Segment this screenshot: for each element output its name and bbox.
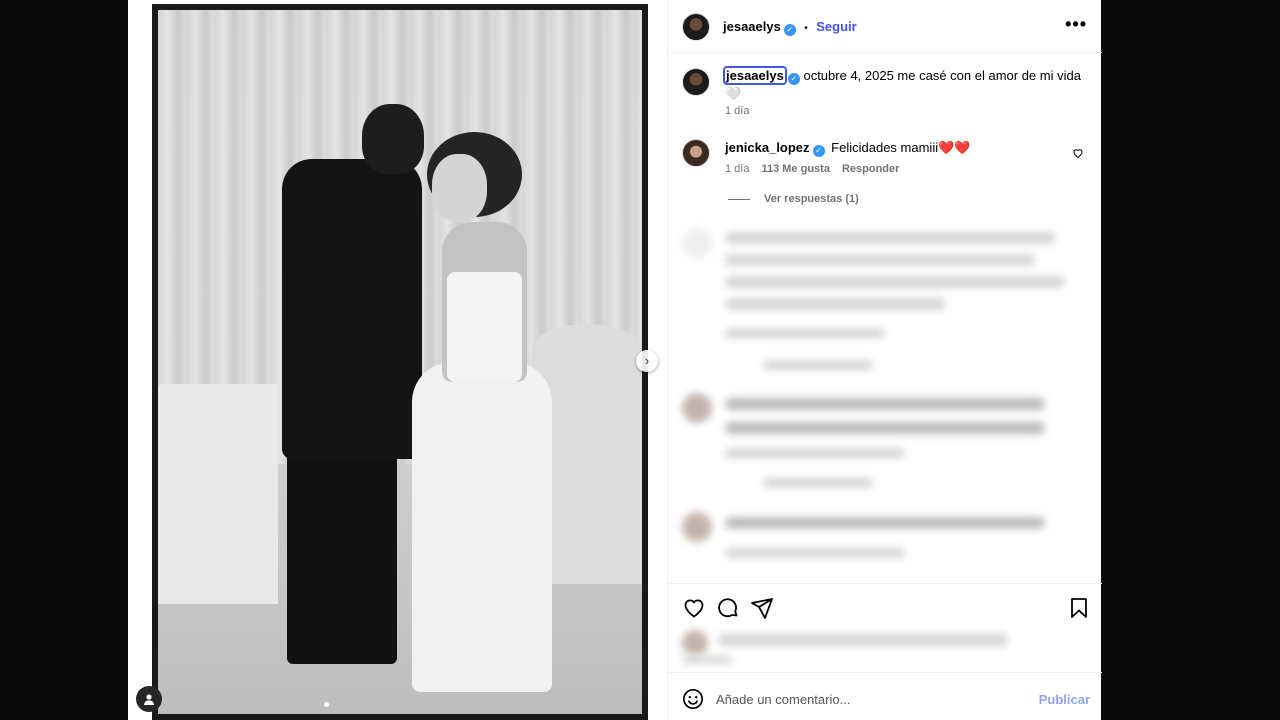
verified-icon: ✓ (812, 145, 825, 157)
carousel-dot[interactable] (333, 702, 338, 707)
comment-likes[interactable]: 113 Me gusta (761, 163, 829, 175)
verified-icon: ✓ (787, 73, 800, 85)
carousel-dot[interactable] (360, 702, 365, 707)
user-tag-icon[interactable] (136, 686, 162, 712)
avatar[interactable] (682, 139, 710, 167)
publish-button[interactable]: Publicar (1039, 692, 1090, 707)
carousel-dot[interactable] (396, 702, 401, 707)
view-replies-label: Ver respuestas (1) (764, 193, 859, 205)
blurred-meta (682, 656, 732, 664)
caption-timestamp: 1 día (725, 105, 750, 117)
more-icon[interactable]: ••• (1065, 14, 1087, 35)
blurred-text (725, 232, 1055, 244)
carousel-dot[interactable] (441, 702, 446, 707)
caption-emoji: 🤍 (725, 86, 742, 101)
heart-icon[interactable] (682, 596, 706, 620)
carousel-dot[interactable] (324, 702, 329, 707)
carousel-dot[interactable] (414, 702, 419, 707)
author-username[interactable]: jesaaelys (723, 19, 781, 34)
photo-frame (152, 4, 648, 720)
carousel-dot[interactable] (378, 702, 383, 707)
bookmark-icon[interactable] (1067, 596, 1091, 620)
blurred-meta (763, 360, 873, 370)
blurred-text (725, 422, 1045, 434)
avatar (682, 512, 712, 542)
post-photo[interactable] (152, 4, 648, 720)
avatar[interactable] (682, 68, 710, 96)
blurred-meta (725, 548, 905, 558)
carousel-dot[interactable] (351, 702, 356, 707)
carousel-dot[interactable] (450, 702, 455, 707)
reply-button[interactable]: Responder (842, 163, 899, 175)
carousel-dot[interactable] (342, 702, 347, 707)
blurred-text (725, 517, 1045, 529)
avatar (682, 393, 712, 423)
blurred-meta (763, 478, 873, 488)
blurred-text (725, 276, 1065, 288)
follow-button[interactable]: Seguir (816, 19, 856, 34)
comment-input[interactable] (716, 687, 1016, 711)
carousel-dot[interactable] (432, 702, 437, 707)
carousel-dots (324, 702, 455, 707)
action-bar (668, 583, 1102, 671)
post-header: jesaaelys ✓ • Seguir ••• (668, 0, 1102, 53)
carousel-dot[interactable] (423, 702, 428, 707)
blurred-text (725, 298, 945, 310)
avatar (682, 630, 708, 656)
share-icon[interactable] (750, 596, 774, 620)
post-modal: › jesaaelys ✓ • Seguir ••• jesaaelys ✓ oct… (128, 0, 1102, 720)
side-pane: jesaaelys ✓ • Seguir ••• jesaaelys ✓ octub… (667, 0, 1102, 720)
comment-icon[interactable] (716, 596, 740, 620)
caption-username[interactable]: jesaaelys (723, 66, 787, 85)
comment-text: Felicidades mamiii❤️❤️ (831, 140, 971, 155)
header-user: jesaaelys ✓ • Seguir (723, 18, 857, 36)
blurred-text (725, 398, 1045, 410)
chevron-right-icon[interactable]: › (636, 350, 658, 372)
carousel-dot[interactable] (405, 702, 410, 707)
separator: • (804, 23, 808, 34)
comment-timestamp: 1 día (725, 163, 750, 175)
caption-text: octubre 4, 2025 me casé con el amor de m… (803, 68, 1081, 83)
avatar (682, 228, 712, 258)
heart-icon[interactable] (1072, 146, 1084, 164)
carousel-dot[interactable] (369, 702, 374, 707)
view-replies[interactable]: Ver respuestas (1) (728, 193, 859, 205)
blurred-meta (725, 448, 905, 458)
avatar[interactable] (682, 13, 710, 41)
blurred-likes (718, 634, 1008, 646)
emoji-icon[interactable] (682, 688, 704, 715)
blurred-meta (725, 328, 885, 338)
verified-icon: ✓ (783, 24, 796, 36)
comment-composer: Publicar (668, 672, 1102, 720)
comment-username[interactable]: jenicka_lopez (725, 140, 810, 155)
carousel-dot[interactable] (387, 702, 392, 707)
media-pane: › (128, 0, 658, 720)
blurred-text (725, 254, 1035, 266)
replies-divider (728, 198, 750, 200)
